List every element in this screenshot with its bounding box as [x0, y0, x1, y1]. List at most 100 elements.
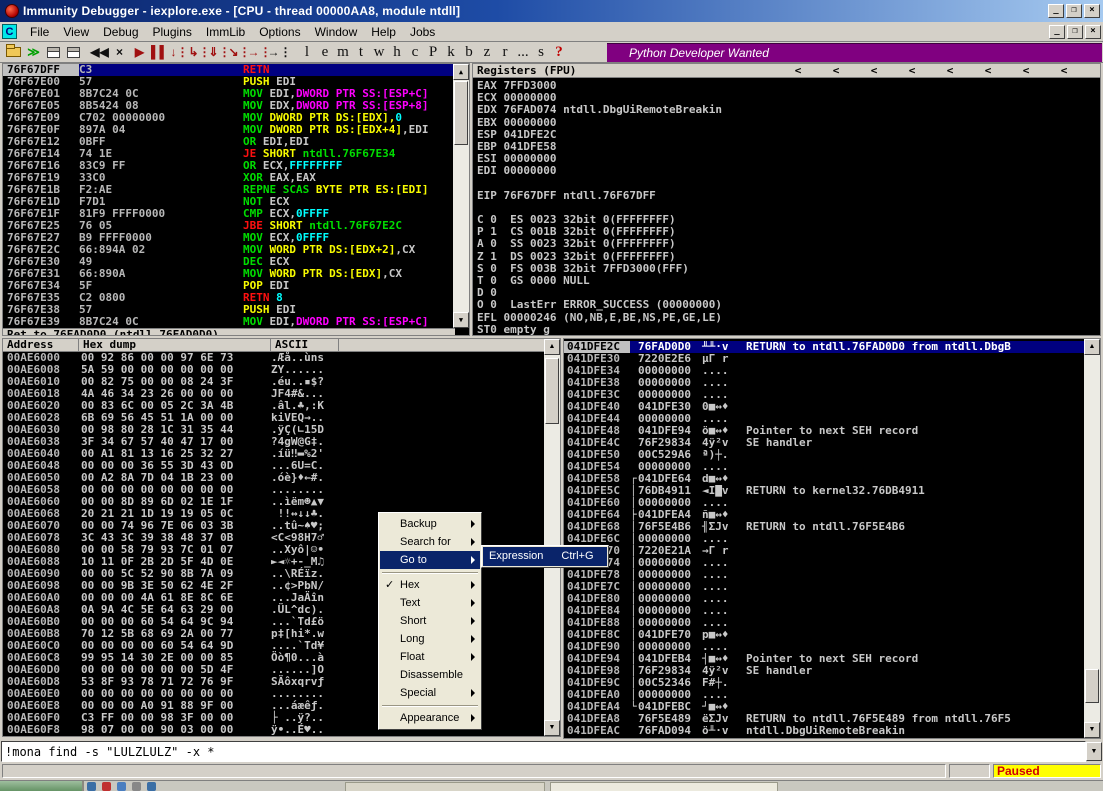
stack-row[interactable]: 041DFE78│00000000....: [564, 569, 1086, 581]
menu-file[interactable]: File: [23, 23, 56, 41]
registers-collapse-icon[interactable]: <: [1019, 64, 1033, 77]
registers-collapse-icon[interactable]: <: [981, 64, 995, 77]
register-line[interactable]: EBP 041DFE58: [477, 141, 1100, 153]
stack-row[interactable]: 041DFE94│041DFEB4┤■↔♦Pointer to next SEH…: [564, 653, 1086, 665]
menu-item-go-to[interactable]: Go to: [380, 551, 480, 569]
taskbar-task-button[interactable]: [345, 782, 545, 791]
disasm-row[interactable]: 76F67E398B7C24 0CMOV EDI,DWORD PTR SS:[E…: [3, 316, 469, 328]
menu-item-search-for[interactable]: Search for: [380, 533, 480, 551]
trace-over-icon[interactable]: ↘⋮: [230, 44, 249, 61]
toolbar-letter-m[interactable]: m: [334, 44, 352, 61]
menu-debug[interactable]: Debug: [96, 23, 145, 41]
stack-row[interactable]: 041DFEA0│00000000....: [564, 689, 1086, 701]
stack-row[interactable]: 041DFE90│00000000....: [564, 641, 1086, 653]
scroll-down-icon[interactable]: ▼: [1084, 722, 1100, 738]
registers-collapse-icon[interactable]: <: [1057, 64, 1071, 77]
stack-row[interactable]: 041DFE307220E2E6µΓ r: [564, 353, 1086, 365]
register-line[interactable]: EDI 00000000: [477, 165, 1100, 177]
stack-row[interactable]: 041DFE3800000000....: [564, 377, 1086, 389]
stack-row[interactable]: 041DFE58┌041DFE64d■↔♦: [564, 473, 1086, 485]
quicklaunch-icon[interactable]: [87, 782, 96, 791]
dump-scrollbar[interactable]: ▲ ▼: [544, 339, 560, 736]
toolbar-letter-b[interactable]: b: [460, 44, 478, 61]
stack-row[interactable]: 041DFE84│00000000....: [564, 605, 1086, 617]
register-line[interactable]: EFL 00000246 (NO,NB,E,BE,NS,PE,GE,LE): [477, 312, 1100, 324]
child-close-button[interactable]: ×: [1085, 25, 1101, 39]
menu-plugins[interactable]: Plugins: [146, 23, 199, 41]
register-line[interactable]: O 0 LastErr ERROR_SUCCESS (00000000): [477, 299, 1100, 311]
scroll-down-icon[interactable]: ▼: [544, 720, 560, 736]
step-back-icon[interactable]: ◀◀: [90, 44, 109, 61]
menu-item-special[interactable]: Special: [380, 684, 480, 702]
stack-row[interactable]: 041DFE6C│00000000....: [564, 533, 1086, 545]
menu-item-disassemble[interactable]: Disassemble: [380, 666, 480, 684]
dump-header-hex[interactable]: Hex dump: [79, 339, 271, 351]
registers-collapse-icon[interactable]: <: [791, 64, 805, 77]
disasm-scrollbar[interactable]: ▲ ▼: [453, 64, 469, 328]
register-line[interactable]: EBX 00000000: [477, 117, 1100, 129]
menu-options[interactable]: Options: [252, 23, 307, 41]
stack-row[interactable]: 041DFE3400000000....: [564, 365, 1086, 377]
menu-item-text[interactable]: Text: [380, 594, 480, 612]
stack-row[interactable]: 041DFEA876F5E489ëΣJvRETURN to ntdll.76F5…: [564, 713, 1086, 725]
disasm-row[interactable]: 76F67DFFC3RETN: [3, 64, 469, 76]
stack-row[interactable]: 041DFE5000C529A6ª)┼.: [564, 449, 1086, 461]
toolbar-letter-t[interactable]: t: [352, 44, 370, 61]
scrollbar-thumb[interactable]: [1085, 669, 1099, 703]
cpu-window-icon[interactable]: C: [2, 24, 17, 39]
toolbar-letter-e[interactable]: e: [316, 44, 334, 61]
menu-help[interactable]: Help: [364, 23, 403, 41]
register-line[interactable]: ST0 empty g: [477, 324, 1100, 336]
menu-item-short[interactable]: Short: [380, 612, 480, 630]
scrollbar-thumb[interactable]: [454, 81, 468, 145]
disasm-row[interactable]: 76F67E1BF2:AEREPNE SCAS BYTE PTR ES:[EDI…: [3, 184, 469, 196]
quicklaunch-icon[interactable]: [147, 782, 156, 791]
toolbar-letter-P[interactable]: P: [424, 44, 442, 61]
registers-collapse-icon[interactable]: <: [829, 64, 843, 77]
stack-row[interactable]: 041DFE9C│00C52346F#┼.: [564, 677, 1086, 689]
title-bar[interactable]: Immunity Debugger - iexplore.exe - [CPU …: [0, 0, 1103, 22]
disasm-row[interactable]: 76F67E1474 1EJE SHORT ntdll.76F67E34: [3, 148, 469, 160]
close-process-icon[interactable]: ×: [110, 44, 129, 61]
registers-collapse-icon[interactable]: <: [867, 64, 881, 77]
disasm-row[interactable]: 76F67E2576 05JBE SHORT ntdll.76F67E2C: [3, 220, 469, 232]
stack-row[interactable]: 041DFE70│7220E21A→Γ r: [564, 545, 1086, 557]
register-line[interactable]: T 0 GS 0000 NULL: [477, 275, 1100, 287]
toolbar-letter-h[interactable]: h: [388, 44, 406, 61]
disasm-row[interactable]: 76F67E0F897A 04MOV DWORD PTR DS:[EDX+4],…: [3, 124, 469, 136]
stack-scrollbar[interactable]: ▲ ▼: [1084, 339, 1100, 738]
stack-row[interactable]: 041DFE8C│041DFE70p■↔♦: [564, 629, 1086, 641]
registers-collapse-icon[interactable]: <: [943, 64, 957, 77]
stack-row[interactable]: 041DFEAC76FAD094ö╨·vntdll.DbgUiRemoteBre…: [564, 725, 1086, 737]
quicklaunch-icon[interactable]: [132, 782, 141, 791]
register-line[interactable]: ESI 00000000: [477, 153, 1100, 165]
patches-icon[interactable]: [64, 44, 83, 61]
scroll-up-icon[interactable]: ▲: [453, 64, 469, 80]
run-to-user-icon[interactable]: →⋮: [270, 44, 289, 61]
taskbar-task-button[interactable]: [550, 782, 778, 791]
stack-row[interactable]: 041DFEA4└041DFEBC┘■↔♦: [564, 701, 1086, 713]
quicklaunch-icon[interactable]: [102, 782, 111, 791]
stack-row[interactable]: 041DFE88│00000000....: [564, 617, 1086, 629]
menu-window[interactable]: Window: [308, 23, 365, 41]
menu-immlib[interactable]: ImmLib: [199, 23, 252, 41]
stack-row[interactable]: 041DFE80│00000000....: [564, 593, 1086, 605]
help-button[interactable]: ?: [550, 44, 568, 61]
step-over-icon[interactable]: ↳⋮: [190, 44, 209, 61]
stack-row[interactable]: 041DFE5400000000....: [564, 461, 1086, 473]
minimize-button[interactable]: _: [1048, 4, 1064, 18]
stack-row[interactable]: 041DFE74│00000000....: [564, 557, 1086, 569]
step-into-icon[interactable]: ↓⋮: [170, 44, 189, 61]
menu-view[interactable]: View: [56, 23, 96, 41]
stack-row[interactable]: 041DFE64├041DFEA4ñ■↔♦: [564, 509, 1086, 521]
disasm-row[interactable]: 76F67E35C2 0800RETN 8: [3, 292, 469, 304]
stack-row[interactable]: 041DFE40041DFE300■↔♦: [564, 401, 1086, 413]
start-button[interactable]: [0, 781, 84, 791]
toolbar-letter-r[interactable]: r: [496, 44, 514, 61]
quicklaunch-icon[interactable]: [117, 782, 126, 791]
dump-header-ascii[interactable]: ASCII: [271, 339, 339, 351]
close-button[interactable]: ×: [1084, 4, 1100, 18]
registers-collapse-icon[interactable]: <: [905, 64, 919, 77]
scrollbar-thumb[interactable]: [545, 358, 559, 424]
scroll-down-icon[interactable]: ▼: [453, 312, 469, 328]
